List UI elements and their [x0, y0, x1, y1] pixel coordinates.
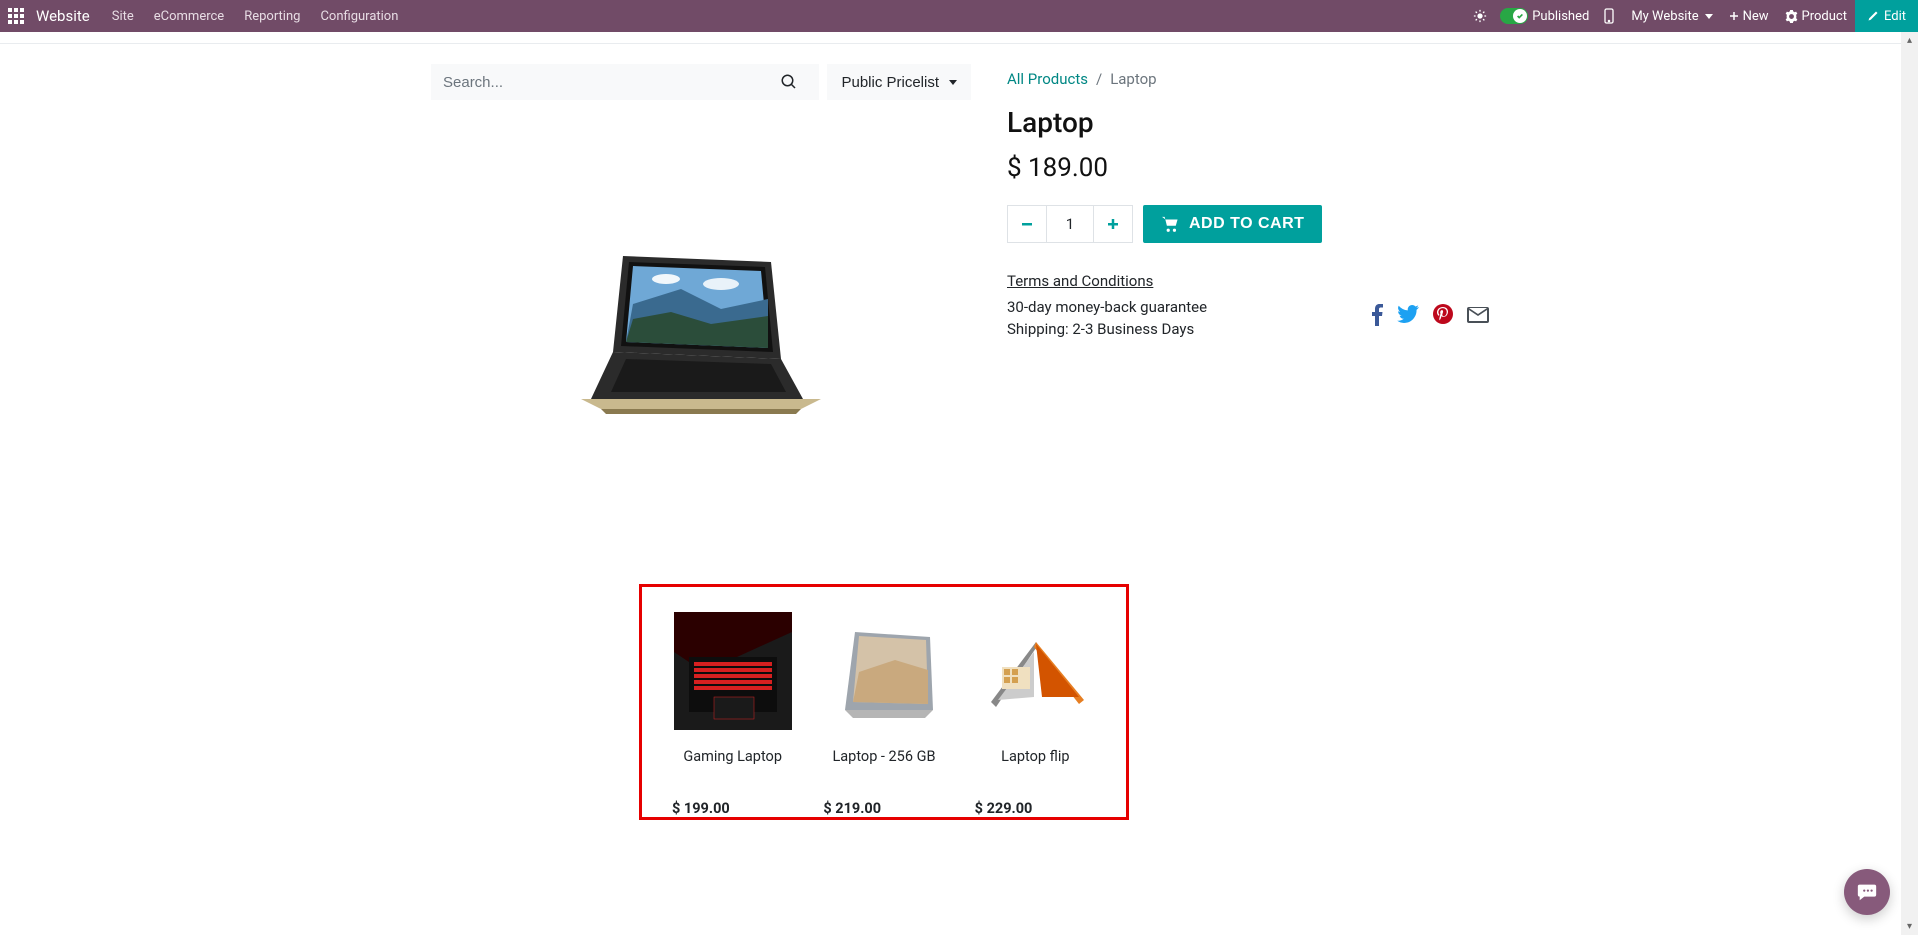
product-price: $ 189.00 — [1007, 153, 1739, 183]
related-products-box: Gaming Laptop $ 199.00 Laptop - 256 GB $… — [639, 584, 1129, 820]
nav-site[interactable]: Site — [102, 0, 144, 32]
cart-icon — [1161, 216, 1179, 232]
search-icon[interactable] — [771, 73, 807, 91]
bug-icon[interactable] — [1466, 0, 1494, 32]
qty-minus-button[interactable] — [1008, 206, 1046, 242]
edit-button[interactable]: Edit — [1855, 0, 1918, 32]
breadcrumb-current: Laptop — [1110, 70, 1156, 88]
published-toggle[interactable]: Published — [1494, 8, 1595, 24]
related-image — [825, 612, 943, 730]
nav-reporting[interactable]: Reporting — [234, 0, 310, 32]
related-name: Laptop flip — [975, 748, 1096, 784]
scroll-up-icon[interactable]: ▴ — [1901, 32, 1918, 49]
related-item[interactable]: Laptop flip $ 229.00 — [975, 612, 1096, 817]
twitter-icon[interactable] — [1397, 304, 1419, 332]
related-price: $ 219.00 — [823, 800, 944, 817]
chat-fab[interactable] — [1844, 869, 1890, 915]
nav-configuration[interactable]: Configuration — [310, 0, 408, 32]
related-item[interactable]: Gaming Laptop $ 199.00 — [672, 612, 793, 817]
related-item[interactable]: Laptop - 256 GB $ 219.00 — [823, 612, 944, 817]
scrollbar[interactable]: ▴ ▾ — [1901, 32, 1918, 935]
quantity-stepper: 1 — [1007, 205, 1133, 243]
related-price: $ 199.00 — [672, 800, 793, 817]
add-to-cart-button[interactable]: ADD TO CART — [1143, 205, 1322, 243]
plus-icon — [1729, 11, 1739, 21]
product-settings-button[interactable]: Product — [1777, 9, 1855, 24]
product-image — [431, 104, 971, 564]
breadcrumb: All Products / Laptop — [1007, 70, 1739, 88]
search-input[interactable] — [443, 74, 771, 91]
gear-icon — [1785, 10, 1798, 23]
related-price: $ 229.00 — [975, 800, 1096, 817]
subbar — [0, 32, 1918, 44]
pricelist-dropdown[interactable]: Public Pricelist — [827, 64, 971, 100]
topbar: Website Site eCommerce Reporting Configu… — [0, 0, 1918, 32]
pencil-icon — [1867, 10, 1879, 22]
my-website-dropdown[interactable]: My Website — [1623, 0, 1720, 32]
related-image — [674, 612, 792, 730]
published-label: Published — [1532, 9, 1589, 24]
scroll-down-icon[interactable]: ▾ — [1901, 918, 1918, 935]
share-bar — [1371, 304, 1489, 332]
new-button[interactable]: New — [1721, 0, 1777, 32]
mobile-preview-icon[interactable] — [1595, 0, 1623, 32]
terms-link[interactable]: Terms and Conditions — [1007, 272, 1153, 290]
related-image — [976, 612, 1094, 730]
related-name: Gaming Laptop — [672, 748, 793, 784]
caret-down-icon — [949, 80, 957, 85]
caret-down-icon — [1705, 14, 1713, 19]
search-box[interactable] — [431, 64, 819, 100]
product-title: Laptop — [1007, 106, 1739, 139]
email-icon[interactable] — [1467, 304, 1489, 332]
apps-menu-icon[interactable] — [0, 0, 32, 32]
qty-plus-button[interactable] — [1094, 206, 1132, 242]
chat-icon — [1856, 881, 1878, 903]
related-name: Laptop - 256 GB — [823, 748, 944, 784]
facebook-icon[interactable] — [1371, 304, 1383, 332]
nav-ecommerce[interactable]: eCommerce — [144, 0, 234, 32]
brand-title[interactable]: Website — [32, 7, 102, 25]
pinterest-icon[interactable] — [1433, 304, 1453, 332]
qty-value[interactable]: 1 — [1047, 206, 1093, 242]
breadcrumb-root[interactable]: All Products — [1007, 70, 1088, 88]
